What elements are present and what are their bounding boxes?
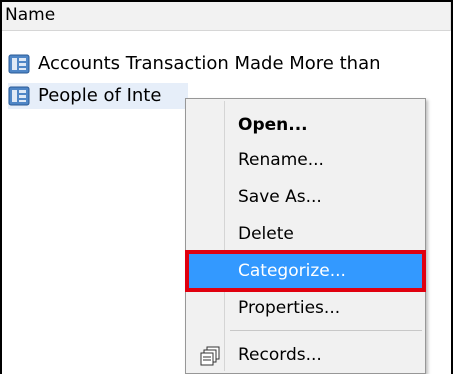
- menu-item-save-as[interactable]: Save As...: [188, 179, 423, 215]
- list-item-label: Accounts Transaction Made More than: [38, 53, 381, 74]
- context-menu: Open... Rename... Save As... Delete Cate…: [185, 98, 426, 374]
- column-divider[interactable]: [450, 2, 451, 31]
- menu-item-label: Properties...: [238, 298, 341, 318]
- menu-separator: [230, 330, 422, 331]
- list-item-label: People of Inte: [38, 85, 162, 106]
- report-icon: [8, 54, 30, 74]
- menu-item-open[interactable]: Open...: [188, 107, 423, 143]
- menu-item-properties[interactable]: Properties...: [188, 290, 423, 326]
- list-item-selected[interactable]: People of Inte: [8, 83, 188, 109]
- records-icon: [200, 346, 220, 366]
- list-item[interactable]: Accounts Transaction Made More than: [8, 51, 451, 77]
- menu-item-label: Delete: [238, 224, 294, 244]
- menu-item-label: Open...: [238, 115, 308, 135]
- report-icon: [8, 86, 30, 106]
- menu-item-delete[interactable]: Delete: [188, 216, 423, 252]
- column-header-name[interactable]: Name: [2, 2, 451, 31]
- menu-item-records[interactable]: Records...: [188, 337, 423, 373]
- menu-item-label: Records...: [238, 345, 322, 365]
- menu-item-label: Categorize...: [238, 261, 346, 281]
- menu-item-categorize[interactable]: Categorize...: [185, 250, 426, 292]
- column-header-label: Name: [5, 5, 56, 25]
- menu-item-rename[interactable]: Rename...: [188, 142, 423, 178]
- menu-item-label: Save As...: [238, 187, 322, 207]
- menu-item-label: Rename...: [238, 150, 324, 170]
